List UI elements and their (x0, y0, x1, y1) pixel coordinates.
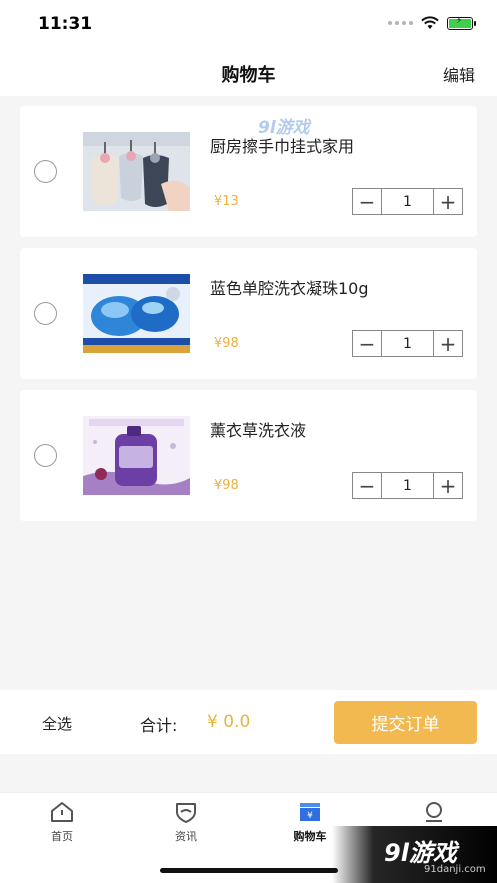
quantity-stepper: − 1 + (352, 188, 463, 215)
tab-home[interactable]: 首页 (22, 801, 102, 844)
increase-button[interactable]: + (433, 331, 462, 356)
tab-news[interactable]: 资讯 (146, 801, 226, 844)
item-price: ¥13 (214, 194, 239, 209)
nav-bar: 购物车 编辑 (0, 50, 497, 96)
status-icons (388, 16, 476, 30)
decrease-button[interactable]: − (353, 473, 382, 498)
cart-list: 厨房擦手巾挂式家用 ¥13 − 1 + 蓝色单腔洗衣凝珠10g ¥98 − 1 … (20, 106, 477, 532)
tab-label: 资讯 (175, 830, 197, 843)
quantity-stepper: − 1 + (352, 472, 463, 499)
tab-profile[interactable] (394, 801, 474, 828)
increase-button[interactable]: + (433, 189, 462, 214)
decrease-button[interactable]: − (353, 331, 382, 356)
select-all-button[interactable]: 全选 (42, 713, 72, 734)
watermark-corner-url: 91danji.com (424, 864, 486, 875)
lavender-detergent-image (83, 416, 190, 495)
home-indicator (160, 868, 338, 873)
cart-item: 蓝色单腔洗衣凝珠10g ¥98 − 1 + (20, 248, 477, 379)
quantity-value[interactable]: 1 (382, 473, 433, 498)
item-price: ¥98 (214, 478, 239, 493)
item-name: 蓝色单腔洗衣凝珠10g (210, 279, 369, 298)
item-select-radio[interactable] (34, 302, 57, 325)
increase-button[interactable]: + (433, 473, 462, 498)
tab-label: 首页 (51, 830, 73, 843)
home-icon (51, 802, 73, 822)
page-title: 购物车 (221, 65, 276, 86)
watermark-corner-logo: 9l游戏 (384, 839, 457, 867)
total-value: ¥ 0.0 (207, 712, 251, 732)
cart-yen-icon: ¥ (300, 803, 320, 821)
wifi-icon (421, 16, 439, 29)
item-name: 厨房擦手巾挂式家用 (210, 137, 355, 156)
signal-icon (388, 21, 413, 25)
total-label: 合计: (140, 716, 178, 735)
item-name: 薰衣草洗衣液 (210, 421, 307, 440)
submit-order-button[interactable]: 提交订单 (334, 701, 477, 744)
watermark-corner: 9l游戏 91danji.com (332, 826, 497, 883)
user-icon (426, 802, 442, 822)
quantity-value[interactable]: 1 (382, 331, 433, 356)
status-bar: 11:31 (0, 0, 497, 50)
decrease-button[interactable]: − (353, 189, 382, 214)
svg-text:¥: ¥ (307, 811, 313, 821)
item-select-radio[interactable] (34, 444, 57, 467)
laundry-pods-image (83, 274, 190, 353)
status-time: 11:31 (38, 14, 93, 34)
edit-button[interactable]: 编辑 (443, 62, 475, 86)
news-shield-icon (176, 803, 196, 823)
cart-item: 薰衣草洗衣液 ¥98 − 1 + (20, 390, 477, 521)
hand-towels-image (83, 132, 190, 211)
item-select-radio[interactable] (34, 160, 57, 183)
quantity-value[interactable]: 1 (382, 189, 433, 214)
quantity-stepper: − 1 + (352, 330, 463, 357)
item-price: ¥98 (214, 336, 239, 351)
cart-item: 厨房擦手巾挂式家用 ¥13 − 1 + (20, 106, 477, 237)
summary-bar: 全选 合计: ¥ 0.0 提交订单 (0, 690, 497, 754)
battery-icon (447, 16, 476, 30)
